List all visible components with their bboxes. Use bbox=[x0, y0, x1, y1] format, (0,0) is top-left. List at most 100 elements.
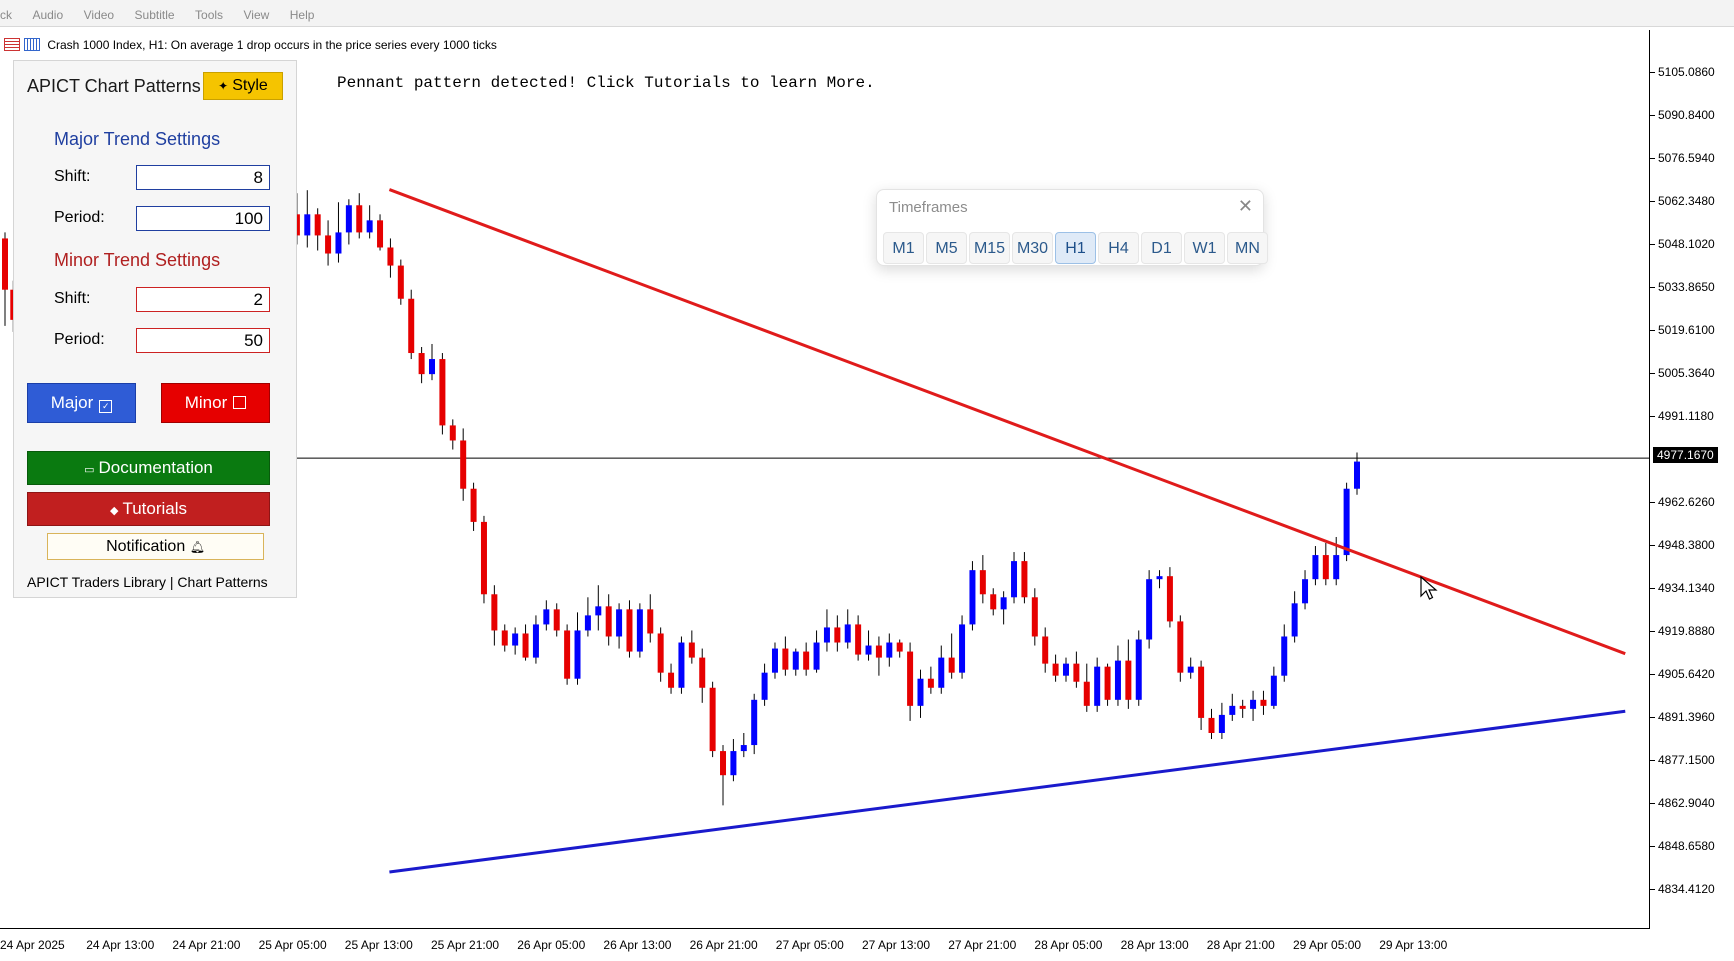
checkbox-icon bbox=[233, 396, 247, 409]
candle-body bbox=[1177, 621, 1184, 673]
price-axis-tick bbox=[1650, 802, 1655, 804]
price-axis-label: 5105.0860 bbox=[1658, 65, 1715, 80]
time-axis-label: 28 Apr 21:00 bbox=[1206, 938, 1275, 952]
candle-body bbox=[1021, 561, 1028, 598]
timeframe-button-d1[interactable]: D1 bbox=[1141, 232, 1182, 264]
candle-body bbox=[616, 609, 623, 637]
candle-body bbox=[782, 648, 789, 670]
price-axis-tick bbox=[1650, 544, 1655, 546]
minor-period-input[interactable]: 50 bbox=[136, 328, 270, 353]
price-axis-label: 5048.1020 bbox=[1658, 237, 1715, 252]
candle-body bbox=[345, 205, 352, 233]
candle-body bbox=[990, 594, 997, 610]
minor-button[interactable]: Minor bbox=[161, 383, 270, 423]
major-period-input[interactable]: 100 bbox=[136, 206, 270, 231]
time-axis-label: 26 Apr 13:00 bbox=[603, 938, 672, 952]
candle-body bbox=[668, 672, 675, 688]
price-axis-tick bbox=[1650, 630, 1655, 632]
major-shift-label: Shift: bbox=[54, 168, 91, 185]
candle-body bbox=[865, 645, 872, 655]
timeframe-button-h1[interactable]: H1 bbox=[1055, 232, 1096, 264]
style-button[interactable]: ✦ Style bbox=[203, 72, 283, 100]
candle-body bbox=[1125, 660, 1132, 700]
time-axis-label: 25 Apr 05:00 bbox=[258, 938, 327, 952]
major-shift-input[interactable]: 8 bbox=[136, 165, 270, 190]
time-axis-label: 29 Apr 13:00 bbox=[1379, 938, 1448, 952]
candle-body bbox=[449, 425, 456, 441]
timeframe-button-m15[interactable]: M15 bbox=[969, 232, 1010, 264]
candle-body bbox=[325, 235, 332, 254]
candle-body bbox=[418, 353, 425, 375]
candle-body bbox=[1156, 576, 1163, 580]
minor-shift-input[interactable]: 2 bbox=[136, 287, 270, 312]
candle-body bbox=[969, 570, 976, 625]
timeframe-button-m1[interactable]: M1 bbox=[883, 232, 924, 264]
price-axis-label: 4848.6580 bbox=[1658, 838, 1715, 853]
pattern-message: Pennant pattern detected! Click Tutorial… bbox=[337, 74, 875, 92]
candle-body bbox=[1229, 705, 1236, 715]
candle-body bbox=[470, 488, 477, 522]
tutorials-button[interactable]: ◆ Tutorials bbox=[27, 492, 270, 526]
current-price-tag: 4977.1670 bbox=[1653, 447, 1718, 463]
notification-button[interactable]: Notification 🔔︎ bbox=[47, 533, 264, 560]
time-axis-label: 27 Apr 21:00 bbox=[948, 938, 1017, 952]
sparkle-icon: ✦ bbox=[218, 79, 229, 93]
candle-body bbox=[480, 521, 487, 595]
candle-body bbox=[907, 651, 914, 706]
price-axis-label: 5090.8400 bbox=[1658, 108, 1715, 123]
candle-body bbox=[1000, 597, 1007, 610]
price-axis-label: 5005.3640 bbox=[1658, 366, 1715, 381]
timeframe-button-h4[interactable]: H4 bbox=[1098, 232, 1139, 264]
candle-body bbox=[855, 624, 862, 655]
candle-body bbox=[460, 440, 467, 489]
candle-body bbox=[740, 745, 747, 752]
candle-body bbox=[647, 609, 654, 634]
panel-title: APICT Chart Patterns bbox=[27, 76, 201, 96]
candle-body bbox=[1322, 555, 1329, 580]
price-axis-label: 4948.3800 bbox=[1658, 537, 1715, 552]
time-axis-label: 25 Apr 21:00 bbox=[431, 938, 500, 952]
candle-body bbox=[792, 651, 799, 670]
candle-body bbox=[730, 751, 737, 776]
time-axis-label: 28 Apr 05:00 bbox=[1034, 938, 1103, 952]
candle-body bbox=[1312, 555, 1319, 580]
candle-body bbox=[823, 627, 830, 643]
time-axis-label: 25 Apr 13:00 bbox=[344, 938, 413, 952]
time-axis-label: 26 Apr 21:00 bbox=[689, 938, 758, 952]
candle-body bbox=[1198, 666, 1205, 718]
price-axis-tick bbox=[1650, 373, 1655, 375]
timeframe-button-m5[interactable]: M5 bbox=[926, 232, 967, 264]
candle-body bbox=[751, 699, 758, 746]
candle-body bbox=[1291, 603, 1298, 637]
candle-body bbox=[1042, 636, 1049, 664]
candle-body bbox=[397, 265, 404, 299]
price-axis-tick bbox=[1650, 287, 1655, 289]
bell-icon: 🔔︎ bbox=[189, 540, 205, 554]
candle-body bbox=[1166, 576, 1173, 622]
candle-body bbox=[1031, 597, 1038, 637]
documentation-button[interactable]: ▭ Documentation bbox=[27, 451, 270, 485]
price-axis-label: 4962.6260 bbox=[1658, 494, 1715, 509]
candle-body bbox=[1146, 579, 1153, 640]
checkbox-icon: ✓ bbox=[99, 400, 113, 413]
time-axis-label: 29 Apr 05:00 bbox=[1293, 938, 1362, 952]
candle-body bbox=[1094, 666, 1101, 706]
close-icon[interactable]: ✕ bbox=[1238, 196, 1253, 217]
time-axis-label: 28 Apr 13:00 bbox=[1120, 938, 1189, 952]
candle-body bbox=[1073, 663, 1080, 682]
timeframes-panel: Timeframes ✕ M1 M5 M15 M30 H1 H4 D1 W1 M… bbox=[876, 189, 1268, 266]
candle-body bbox=[1270, 675, 1277, 706]
price-axis-label: 5076.5940 bbox=[1658, 151, 1715, 166]
minor-shift-label: Shift: bbox=[54, 290, 91, 307]
timeframe-button-m30[interactable]: M30 bbox=[1012, 232, 1053, 264]
price-axis-tick bbox=[1650, 888, 1655, 890]
candle-body bbox=[1114, 660, 1121, 700]
price-axis-label: 4919.8880 bbox=[1658, 623, 1715, 638]
timeframe-button-w1[interactable]: W1 bbox=[1184, 232, 1225, 264]
candle-body bbox=[1250, 699, 1257, 709]
candle-body bbox=[335, 232, 342, 254]
major-button[interactable]: Major ✓ bbox=[27, 383, 136, 423]
timeframe-button-mn[interactable]: MN bbox=[1227, 232, 1268, 264]
candle-body bbox=[948, 657, 955, 673]
major-button-label: Major bbox=[50, 393, 94, 412]
